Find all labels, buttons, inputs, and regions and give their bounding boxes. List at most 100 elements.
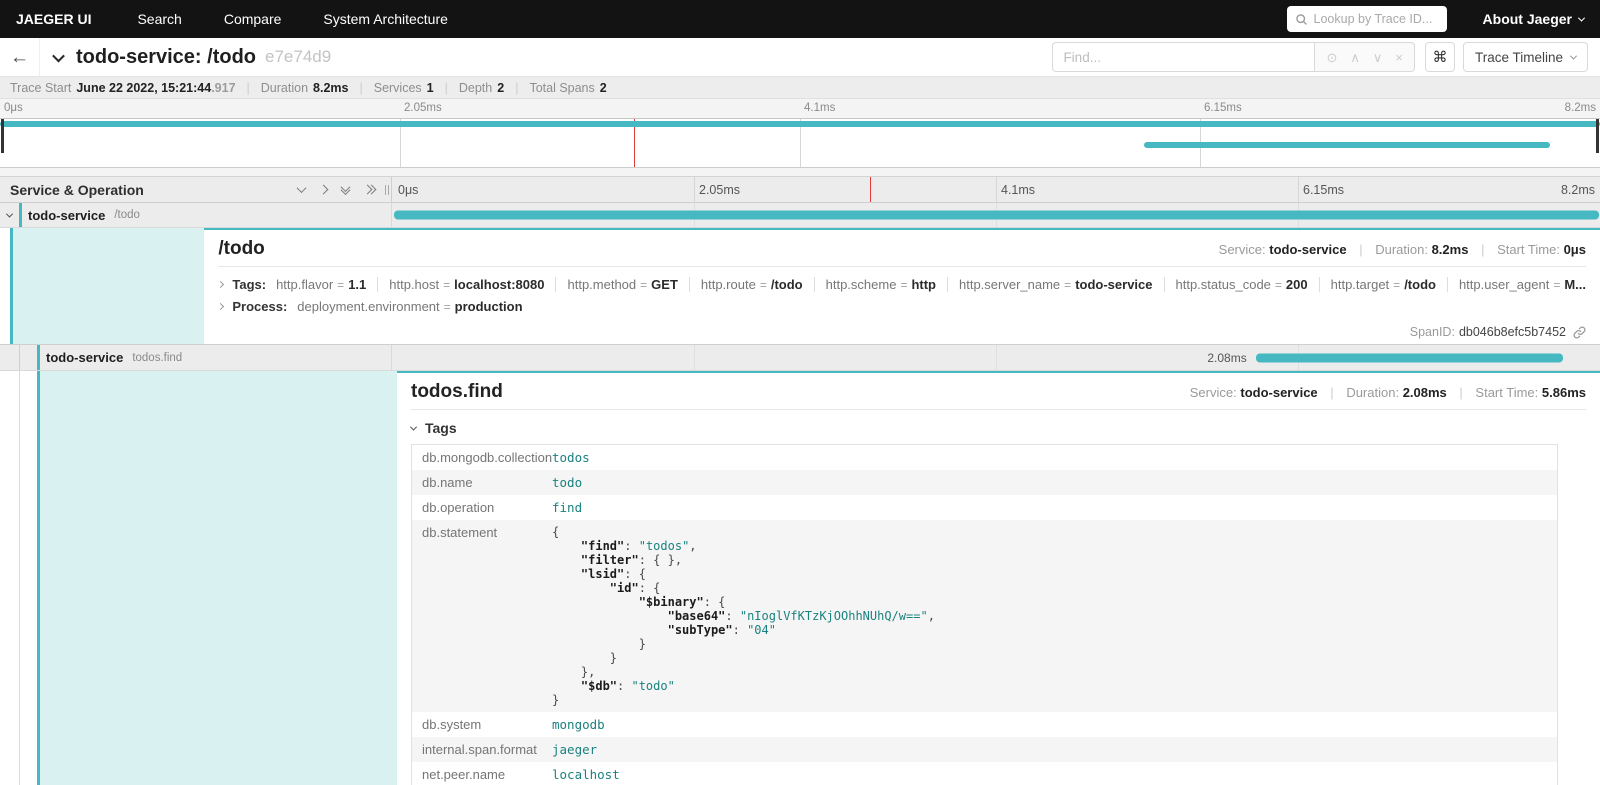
divider: | xyxy=(359,81,362,95)
column-title: Service & Operation xyxy=(10,182,144,198)
tags-summary-row[interactable]: Tags: http.flavor=1.1 http.host=localhos… xyxy=(218,277,1586,292)
tick-label: 6.15ms xyxy=(1303,177,1344,203)
viewport-right-handle[interactable] xyxy=(1596,119,1599,153)
process-label: Process: xyxy=(232,299,287,314)
summary-label: Services xyxy=(374,81,422,95)
tag-row-db-statement: db.statement { "find": "todos", "filter"… xyxy=(412,520,1557,712)
link-icon[interactable] xyxy=(1573,326,1586,339)
tag-value: mongodb xyxy=(544,712,1557,737)
tick-label: 8.2ms xyxy=(1561,177,1595,203)
find-next-icon[interactable]: ∨ xyxy=(1373,51,1383,64)
tag-value: find xyxy=(544,495,1557,520)
meta-label: Service: xyxy=(1190,385,1237,400)
tag-key: db.statement xyxy=(412,520,544,712)
gridline xyxy=(1298,177,1299,202)
tag-key: internal.span.format xyxy=(412,737,544,762)
meta-value: 2.08ms xyxy=(1403,385,1447,400)
trace-lookup-box[interactable] xyxy=(1287,6,1447,32)
minimap-canvas[interactable] xyxy=(0,118,1600,168)
back-button[interactable]: ← xyxy=(0,38,40,76)
chevron-down-icon xyxy=(1570,52,1577,59)
collapse-all-icon[interactable] xyxy=(342,185,349,195)
meta-value: 0μs xyxy=(1564,242,1586,257)
tags-section-toggle[interactable]: Tags xyxy=(411,420,1586,436)
trace-lookup-input[interactable] xyxy=(1314,12,1434,26)
about-jaeger-menu[interactable]: About Jaeger xyxy=(1483,11,1584,27)
span-timeline-cell[interactable] xyxy=(391,203,1600,227)
span-id-row: SpanID: db046b8efc5b7452 xyxy=(1410,325,1586,339)
divider: | xyxy=(1359,242,1362,257)
span-duration-bar[interactable] xyxy=(1256,353,1563,362)
span-detail-title: /todo xyxy=(218,238,264,260)
collapse-one-icon[interactable] xyxy=(297,183,307,193)
trace-collapse-toggle[interactable] xyxy=(54,53,63,62)
nav-item-search[interactable]: Search xyxy=(137,11,181,27)
span-row-todos-find[interactable]: todo-service todos.find 2.08ms xyxy=(0,345,1600,371)
timeline-axis: 0μs 2.05ms 4.1ms 6.15ms 8.2ms xyxy=(391,177,1600,202)
span-detail-panel: /todo Service: todo-service | Duration: … xyxy=(204,228,1600,344)
gridline xyxy=(694,177,695,202)
detail-highlight-column xyxy=(10,228,205,344)
summary-label: Total Spans xyxy=(529,81,594,95)
meta-value: todo-service xyxy=(1269,242,1346,257)
chevron-down-icon xyxy=(52,49,65,62)
divider: | xyxy=(247,81,250,95)
find-clear-icon[interactable]: × xyxy=(1395,51,1403,64)
span-name-cell[interactable]: todo-service todos.find xyxy=(0,345,391,370)
tags-section-label: Tags xyxy=(425,420,457,436)
divider: | xyxy=(1481,242,1484,257)
meta-label: Start Time: xyxy=(1497,242,1560,257)
meta-value: todo-service xyxy=(1240,385,1317,400)
span-name-cell[interactable]: todo-service /todo xyxy=(0,203,391,227)
nav-item-compare[interactable]: Compare xyxy=(224,11,282,27)
column-resizer-handle[interactable] xyxy=(385,185,389,195)
summary-label: Duration xyxy=(261,81,308,95)
tag-value: todo xyxy=(544,470,1557,495)
span-row-todo[interactable]: todo-service /todo xyxy=(0,203,1600,228)
tags-label: Tags: xyxy=(232,277,266,292)
divider: | xyxy=(1330,385,1333,400)
tag-row: db.system mongodb xyxy=(412,712,1557,737)
summary-label: Depth xyxy=(459,81,492,95)
timeline-minimap: 0μs 2.05ms 4.1ms 6.15ms 8.2ms xyxy=(0,99,1600,171)
nav-item-system-architecture[interactable]: System Architecture xyxy=(323,11,448,27)
summary-value: 2 xyxy=(497,81,504,95)
span-collapse-icon[interactable] xyxy=(6,210,13,217)
minimap-ticks: 0μs 2.05ms 4.1ms 6.15ms 8.2ms xyxy=(0,99,1600,118)
detail-indent xyxy=(0,228,10,344)
span-detail-todos-find: todos.find Service: todo-service | Durat… xyxy=(0,371,1600,785)
process-summary-row[interactable]: Process: deployment.environment=producti… xyxy=(218,299,1586,314)
trace-header: ← todo-service: /todo e7e74d9 ⊙ ∧ ∨ × ⌘ … xyxy=(0,38,1600,77)
summary-value: 8.2ms xyxy=(313,81,348,95)
span-operation-name: todos.find xyxy=(132,352,182,364)
span-timeline-cell[interactable]: 2.08ms xyxy=(391,345,1600,370)
detail-header: /todo Service: todo-service | Duration: … xyxy=(218,238,1586,267)
span-table-header: Service & Operation 0μs 2.05ms 4.1ms 6.1… xyxy=(0,176,1600,203)
span-color-bar xyxy=(19,203,22,227)
span-service-name: todo-service xyxy=(46,350,123,365)
find-prev-icon[interactable]: ∧ xyxy=(1350,51,1360,64)
find-input[interactable] xyxy=(1052,42,1314,72)
meta-label: Service: xyxy=(1219,242,1266,257)
find-scroll-to-match-icon[interactable]: ⊙ xyxy=(1326,51,1337,64)
tick-label: 4.1ms xyxy=(804,102,835,114)
expand-one-icon[interactable] xyxy=(319,185,329,195)
viewport-left-handle[interactable] xyxy=(1,119,4,153)
trace-view-selector[interactable]: Trace Timeline xyxy=(1463,42,1588,72)
keyboard-shortcuts-button[interactable]: ⌘ xyxy=(1425,42,1455,72)
meta-label: Duration: xyxy=(1346,385,1399,400)
service-operation-column-header: Service & Operation xyxy=(0,177,391,202)
tag-key: db.mongodb.collection xyxy=(412,445,544,470)
detail-indent-guide xyxy=(0,371,20,785)
span-id-value: db046b8efc5b7452 xyxy=(1459,325,1566,339)
span-duration-bar[interactable] xyxy=(394,211,1598,220)
jaeger-logo[interactable]: JAEGER UI xyxy=(16,11,91,27)
search-icon xyxy=(1295,13,1308,26)
tag-value-json: { "find": "todos", "filter": { }, "lsid"… xyxy=(544,520,1557,712)
expand-all-icon[interactable] xyxy=(364,186,375,193)
tick-label: 2.05ms xyxy=(404,102,442,114)
span-operation-name: /todo xyxy=(114,209,140,221)
meta-value: 8.2ms xyxy=(1432,242,1469,257)
tag-key: db.system xyxy=(412,712,544,737)
tag-key: db.operation xyxy=(412,495,544,520)
